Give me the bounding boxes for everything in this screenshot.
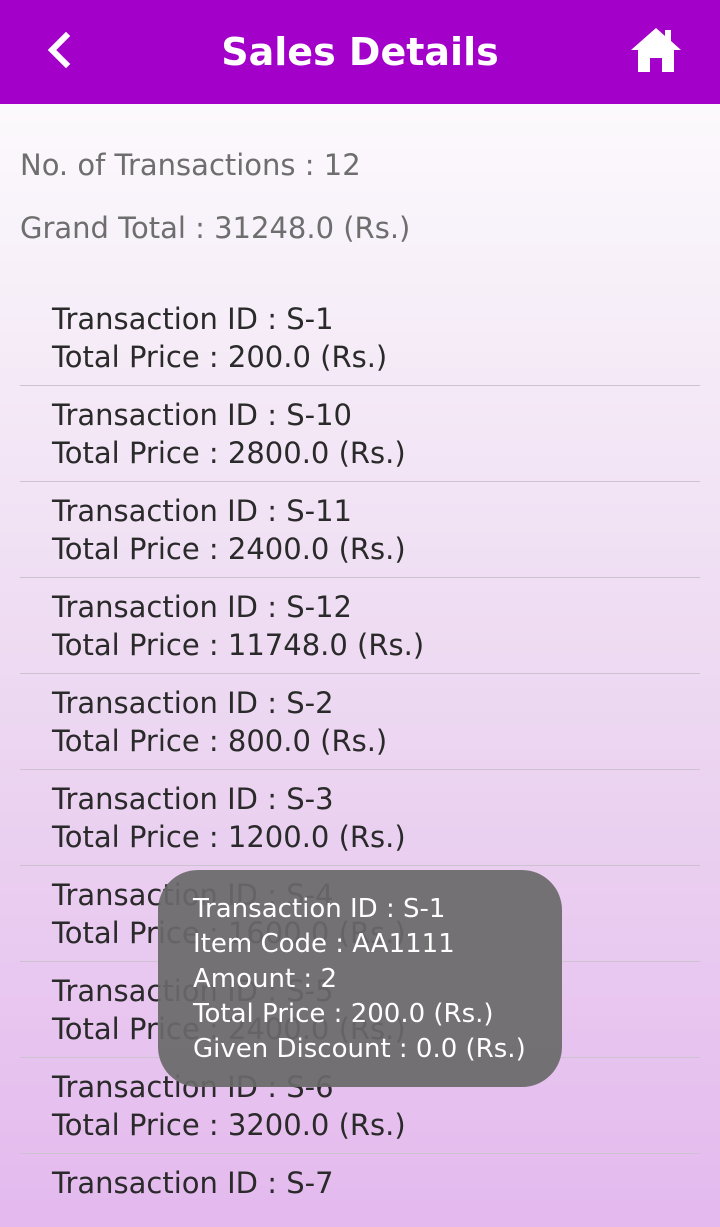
list-item[interactable]: Transaction ID : S-3 Total Price : 1200.…	[20, 770, 700, 866]
chevron-left-icon	[40, 30, 80, 74]
home-icon	[629, 26, 683, 78]
toast-item-code: Item Code : AA1111	[193, 929, 455, 959]
toast-transaction-id: Transaction ID : S-1	[193, 894, 446, 924]
transaction-id: Transaction ID : S-10	[52, 398, 352, 432]
total-price: Total Price : 3200.0 (Rs.)	[52, 1108, 406, 1142]
total-price: Total Price : 2400.0 (Rs.)	[52, 532, 406, 566]
total-price: Total Price : 2800.0 (Rs.)	[52, 436, 406, 470]
page-title: Sales Details	[221, 30, 499, 74]
transaction-id: Transaction ID : S-2	[52, 686, 334, 720]
total-price: Total Price : 800.0 (Rs.)	[52, 724, 388, 758]
grand-total: Grand Total : 31248.0 (Rs.)	[20, 211, 411, 245]
list-item[interactable]: Transaction ID : S-2 Total Price : 800.0…	[20, 674, 700, 770]
transaction-id: Transaction ID : S-12	[52, 590, 352, 624]
total-price: Total Price : 11748.0 (Rs.)	[52, 628, 425, 662]
list-item[interactable]: Transaction ID : S-7	[20, 1154, 700, 1227]
list-item[interactable]: Transaction ID : S-11 Total Price : 2400…	[20, 482, 700, 578]
toast-given-discount: Given Discount : 0.0 (Rs.)	[193, 1034, 526, 1064]
back-button[interactable]	[28, 20, 92, 84]
toast-total-price: Total Price : 200.0 (Rs.)	[193, 999, 494, 1029]
transaction-detail-toast: Transaction ID : S-1 Item Code : AA1111 …	[158, 870, 562, 1087]
toast-amount: Amount : 2	[193, 964, 338, 994]
list-item[interactable]: Transaction ID : S-1 Total Price : 200.0…	[20, 290, 700, 386]
total-price: Total Price : 200.0 (Rs.)	[52, 340, 388, 374]
transaction-id: Transaction ID : S-7	[52, 1166, 334, 1200]
transaction-id: Transaction ID : S-1	[52, 302, 334, 336]
transaction-id: Transaction ID : S-11	[52, 494, 352, 528]
list-item[interactable]: Transaction ID : S-10 Total Price : 2800…	[20, 386, 700, 482]
transaction-count: No. of Transactions : 12	[20, 148, 361, 182]
list-item[interactable]: Transaction ID : S-12 Total Price : 1174…	[20, 578, 700, 674]
home-button[interactable]	[622, 20, 690, 84]
app-bar: Sales Details	[0, 0, 720, 104]
total-price: Total Price : 1200.0 (Rs.)	[52, 820, 406, 854]
transaction-id: Transaction ID : S-3	[52, 782, 334, 816]
